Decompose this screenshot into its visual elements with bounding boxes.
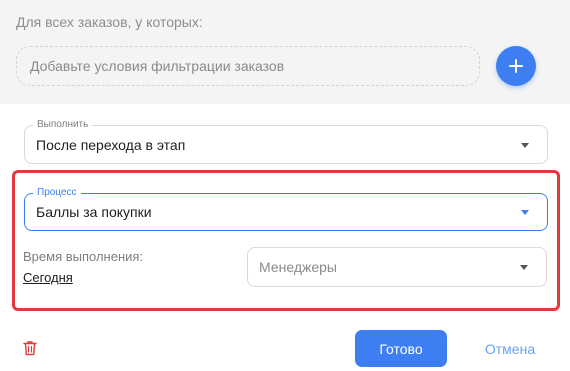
delete-button[interactable] (23, 340, 37, 356)
filter-section-title: Для всех заказов, у которых: (16, 14, 203, 30)
execute-select[interactable]: Выполнить После перехода в этап (24, 119, 548, 164)
execute-select-value: После перехода в этап (36, 136, 186, 153)
plus-icon (509, 59, 523, 73)
highlight-frame (12, 170, 560, 311)
trash-icon (23, 341, 37, 356)
filter-section: Для всех заказов, у которых: Добавьте ус… (0, 0, 570, 104)
filter-conditions-text: Добавьте условия фильтрации заказов (30, 58, 285, 74)
chevron-down-icon (520, 265, 528, 270)
process-select-value: Баллы за покупки (36, 204, 152, 220)
execution-time-value[interactable]: Сегодня (23, 270, 73, 285)
execution-time-label: Время выполнения: (23, 249, 144, 264)
process-select-legend: Процесс (33, 187, 81, 199)
chevron-down-icon (521, 142, 529, 148)
managers-select-placeholder: Менеджеры (259, 259, 337, 275)
add-filter-button[interactable] (496, 46, 536, 86)
chevron-down-icon (521, 210, 529, 215)
execute-select-legend: Выполнить (33, 119, 93, 131)
cancel-button[interactable]: Отмена (470, 330, 550, 367)
filter-conditions-placeholder[interactable]: Добавьте условия фильтрации заказов (16, 46, 480, 86)
done-button[interactable]: Готово (355, 330, 447, 367)
managers-select[interactable]: Менеджеры (247, 247, 547, 287)
process-select[interactable]: Процесс Баллы за покупки (24, 187, 548, 231)
